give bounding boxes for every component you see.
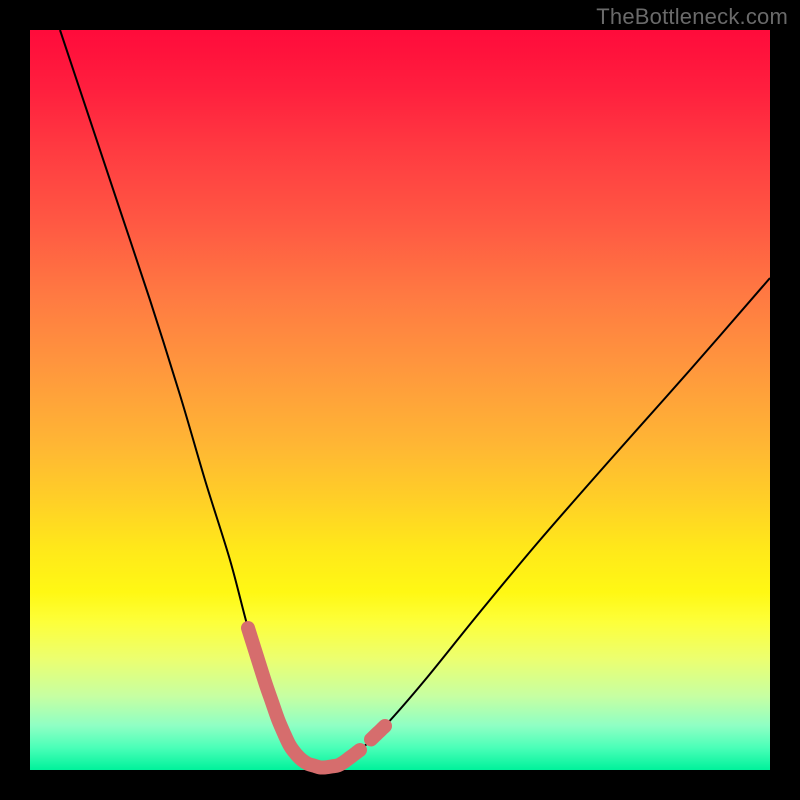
watermark-text: TheBottleneck.com [596,4,788,30]
plot-area [30,30,770,770]
bottleneck-curve [60,30,770,768]
optimal-range-highlight-extra [371,726,385,739]
optimal-range-highlight [248,628,360,768]
curve-svg [30,30,770,770]
